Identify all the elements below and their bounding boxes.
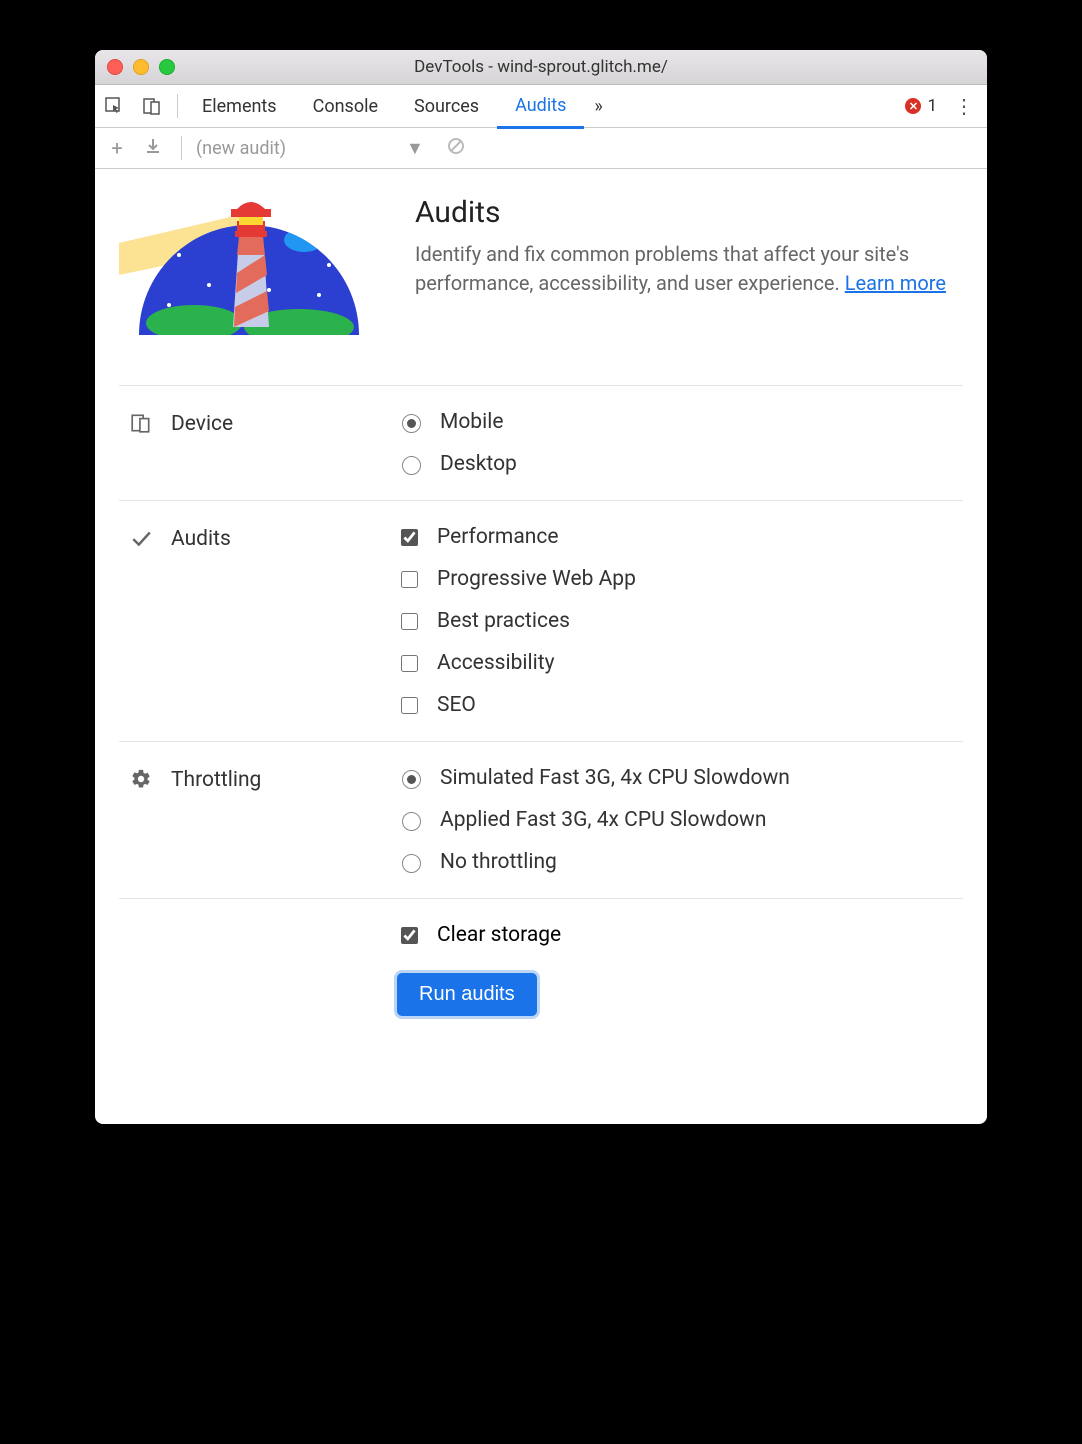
audits-panel: Audits Identify and fix common problems …	[95, 169, 987, 1056]
titlebar: DevTools - wind-sprout.glitch.me/	[95, 50, 987, 85]
throttle-option-sim[interactable]: Simulated Fast 3G, 4x CPU Slowdown	[397, 766, 953, 790]
cb-a11y[interactable]	[401, 655, 418, 672]
radio-desktop-label: Desktop	[440, 452, 517, 476]
cb-pwa-label: Progressive Web App	[437, 567, 636, 591]
devtools-tabstrip: Elements Console Sources Audits » ✕ 1 ⋮	[95, 85, 987, 128]
devtools-window: DevTools - wind-sprout.glitch.me/ Elemen…	[95, 50, 987, 1124]
device-icon	[129, 412, 153, 440]
download-icon[interactable]	[139, 136, 167, 160]
learn-more-link[interactable]: Learn more	[845, 271, 946, 295]
device-toggle-icon[interactable]	[133, 85, 171, 127]
section-audits: Audits Performance Progressive Web App B…	[119, 500, 963, 741]
menu-icon[interactable]: ⋮	[947, 94, 981, 118]
throttle-option-none[interactable]: No throttling	[397, 850, 953, 874]
cb-a11y-label: Accessibility	[437, 651, 555, 675]
page-title: Audits	[415, 195, 963, 230]
clear-storage-option[interactable]: Clear storage	[397, 923, 561, 947]
hero-description: Identify and fix common problems that af…	[415, 242, 909, 295]
minimize-icon[interactable]	[133, 59, 149, 75]
audit-option-a11y[interactable]: Accessibility	[397, 651, 953, 675]
cb-seo-label: SEO	[437, 693, 476, 717]
section-device: Device Mobile Desktop	[119, 385, 963, 500]
tab-elements[interactable]: Elements	[184, 85, 295, 127]
close-icon[interactable]	[107, 59, 123, 75]
radio-mobile-label: Mobile	[440, 410, 503, 434]
radio-none[interactable]	[402, 854, 421, 873]
radio-sim-label: Simulated Fast 3G, 4x CPU Slowdown	[440, 766, 790, 790]
separator	[177, 94, 178, 118]
audits-toolbar: + (new audit) ▼	[95, 128, 987, 169]
cb-pwa[interactable]	[401, 571, 418, 588]
tab-audits[interactable]: Audits	[497, 84, 584, 129]
run-audits-button[interactable]: Run audits	[397, 973, 537, 1016]
cb-best[interactable]	[401, 613, 418, 630]
cb-clear-storage-label: Clear storage	[437, 923, 561, 947]
radio-sim[interactable]	[402, 770, 421, 789]
block-icon[interactable]	[442, 136, 470, 161]
throttling-label: Throttling	[171, 768, 261, 792]
device-option-mobile[interactable]: Mobile	[397, 410, 953, 434]
cb-performance[interactable]	[401, 529, 418, 546]
throttle-option-app[interactable]: Applied Fast 3G, 4x CPU Slowdown	[397, 808, 953, 832]
hero: Audits Identify and fix common problems …	[119, 195, 963, 355]
audits-label: Audits	[171, 527, 231, 551]
section-bottom: Clear storage Run audits	[119, 898, 963, 1026]
error-count: 1	[927, 96, 937, 116]
audit-selector[interactable]: (new audit) ▼	[196, 138, 424, 159]
audit-option-performance[interactable]: Performance	[397, 525, 953, 549]
tab-console[interactable]: Console	[295, 85, 396, 127]
audit-option-seo[interactable]: SEO	[397, 693, 953, 717]
audit-option-best[interactable]: Best practices	[397, 609, 953, 633]
cb-clear-storage[interactable]	[401, 927, 418, 944]
audit-selector-label: (new audit)	[196, 138, 286, 159]
more-tabs-icon[interactable]: »	[584, 96, 612, 117]
chevron-down-icon: ▼	[406, 138, 424, 159]
add-icon[interactable]: +	[103, 136, 131, 160]
inspect-icon[interactable]	[95, 85, 133, 127]
lighthouse-illustration	[119, 195, 379, 355]
radio-app-label: Applied Fast 3G, 4x CPU Slowdown	[440, 808, 766, 832]
cb-best-label: Best practices	[437, 609, 570, 633]
audit-option-pwa[interactable]: Progressive Web App	[397, 567, 953, 591]
window-title: DevTools - wind-sprout.glitch.me/	[95, 57, 987, 77]
section-throttling: Throttling Simulated Fast 3G, 4x CPU Slo…	[119, 741, 963, 898]
radio-mobile[interactable]	[402, 414, 421, 433]
tab-sources[interactable]: Sources	[396, 85, 497, 127]
radio-none-label: No throttling	[440, 850, 557, 874]
hero-text: Audits Identify and fix common problems …	[415, 195, 963, 355]
cb-performance-label: Performance	[437, 525, 558, 549]
error-badge[interactable]: ✕ 1	[905, 96, 937, 116]
device-option-desktop[interactable]: Desktop	[397, 452, 953, 476]
error-icon: ✕	[905, 98, 921, 114]
gear-icon	[129, 768, 153, 796]
radio-desktop[interactable]	[402, 456, 421, 475]
maximize-icon[interactable]	[159, 59, 175, 75]
radio-app[interactable]	[402, 812, 421, 831]
check-icon	[129, 527, 153, 555]
separator	[181, 136, 182, 160]
cb-seo[interactable]	[401, 697, 418, 714]
traffic-lights	[107, 59, 175, 75]
device-label: Device	[171, 412, 233, 436]
